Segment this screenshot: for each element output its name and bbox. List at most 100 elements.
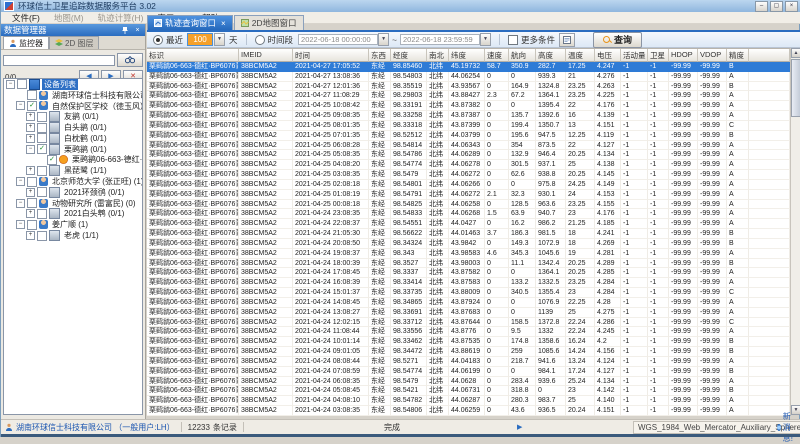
expander-icon[interactable]: + (26, 166, 35, 175)
expander-icon[interactable]: + (26, 209, 35, 218)
expander-icon[interactable]: + (26, 134, 35, 143)
tree-node[interactable]: +友鹟 (0/1) (4, 111, 142, 122)
date-from-input[interactable]: 2022-06-18 00:00:00 (298, 34, 378, 45)
search-input[interactable] (3, 55, 115, 66)
tree-checkbox[interactable] (27, 177, 37, 187)
column-header[interactable]: 活动量 (621, 49, 648, 62)
tab-track-query[interactable]: 轨迹查询窗口 × (147, 15, 233, 30)
tree-node[interactable]: 湖南环球信士科技有限公司 (0) (4, 90, 142, 101)
table-row[interactable]: 栗鹀鹟06-663-德红·BP6076背38BCM5A22021-04-24 1… (147, 327, 790, 337)
column-header[interactable]: 南北 (427, 49, 449, 62)
scrollbar-thumb[interactable] (791, 59, 800, 117)
menu-item[interactable]: 文件(F) (5, 12, 47, 24)
expander-icon[interactable]: + (26, 112, 35, 121)
panel-close-icon[interactable]: × (133, 26, 142, 35)
column-header[interactable]: 卫星 (648, 49, 669, 62)
table-row[interactable]: 栗鹀鹟06-663-德红·BP6076背38BCM5A22021-04-24 1… (147, 288, 790, 298)
table-row[interactable]: 栗鹀鹟06-663-德红·BP6076背38BCM5A22021-04-25 0… (147, 180, 790, 190)
table-row[interactable]: 栗鹀鹟06-663-德红·BP6076背38BCM5A22021-04-24 2… (147, 219, 790, 229)
tree-checkbox[interactable]: ✓ (37, 144, 47, 154)
table-row[interactable]: 栗鹀鹟06-663-德红·BP6076背38BCM5A22021-04-25 0… (147, 141, 790, 151)
expander-icon[interactable]: − (16, 101, 25, 110)
expander-icon[interactable]: − (6, 80, 15, 89)
minimize-button[interactable]: ‒ (755, 1, 768, 12)
expander-icon[interactable]: − (16, 177, 25, 186)
tree-node[interactable]: ✓栗鹀鹟06-663-德红·BP6076背 (4, 155, 142, 166)
tree-node[interactable]: −姜广顺 (1) (4, 219, 142, 230)
expander-icon[interactable]: + (26, 188, 35, 197)
table-row[interactable]: 栗鹀鹟06-663-德红·BP6076背38BCM5A22021-04-24 1… (147, 268, 790, 278)
scroll-up-icon[interactable]: ▲ (791, 48, 800, 58)
table-row[interactable]: 栗鹀鹟06-663-德红·BP6076背38BCM5A22021-04-27 1… (147, 72, 790, 82)
tree-checkbox[interactable] (27, 198, 37, 208)
tab-monitor[interactable]: 监控器 (3, 36, 49, 49)
table-row[interactable]: 栗鹀鹟06-663-德红·BP6076背38BCM5A22021-04-24 1… (147, 298, 790, 308)
column-header[interactable]: 时间 (293, 49, 369, 62)
date-from-dropdown-icon[interactable]: ▼ (378, 33, 389, 46)
expander-icon[interactable]: − (16, 199, 25, 208)
table-row[interactable]: 栗鹀鹟06-663-德红·BP6076背38BCM5A22021-04-24 0… (147, 386, 790, 396)
tree-node[interactable]: +2021环颈鸻 (0/1) (4, 187, 142, 198)
tree-checkbox[interactable] (27, 220, 37, 230)
tree-node[interactable]: −✓自然保护区学校（徳玉风）(5) (4, 101, 142, 112)
tree-node[interactable]: +老虎 (1/1) (4, 230, 142, 241)
table-row[interactable]: 栗鹀鹟06-663-德红·BP6076背38BCM5A22021-04-24 0… (147, 406, 790, 416)
table-row[interactable]: 栗鹀鹟06-663-德红·BP6076背38BCM5A22021-04-25 0… (147, 160, 790, 170)
tree-node[interactable]: +2021白头鹎 (0/1) (4, 209, 142, 220)
find-button[interactable] (117, 53, 143, 67)
expander-icon[interactable]: + (26, 231, 35, 240)
table-row[interactable]: 栗鹀鹟06-663-德红·BP6076背38BCM5A22021-04-24 0… (147, 396, 790, 406)
tree-checkbox[interactable] (37, 187, 47, 197)
new-messages-link[interactable]: 新消息! (773, 411, 800, 444)
tree-node[interactable]: −动物研究所 (雷富民) (0) (4, 198, 142, 209)
table-row[interactable]: 栗鹀鹟06-663-德红·BP6076背38BCM5A22021-04-27 1… (147, 91, 790, 101)
tree-checkbox[interactable] (37, 166, 47, 176)
table-row[interactable]: 栗鹀鹟06-663-德红·BP6076背38BCM5A22021-04-24 1… (147, 259, 790, 269)
column-header[interactable]: 温度 (566, 49, 595, 62)
tab-2d-layers[interactable]: 2D 图层 (49, 36, 99, 49)
table-row[interactable]: 栗鹀鹟06-663-德红·BP6076背38BCM5A22021-04-24 0… (147, 347, 790, 357)
expander-icon[interactable]: − (26, 145, 35, 154)
table-row[interactable]: 栗鹀鹟06-663-德红·BP6076背38BCM5A22021-04-24 1… (147, 337, 790, 347)
tree-node[interactable]: −北京师范大学 (张正旺) (1) (4, 176, 142, 187)
recent-radio[interactable] (153, 35, 163, 45)
date-to-input[interactable]: 2022-06-18 23:59:59 (400, 34, 480, 45)
pin-icon[interactable] (121, 26, 130, 35)
tree-node[interactable]: +黑琵鹭 (1/1) (4, 165, 142, 176)
column-header[interactable]: 速度 (485, 49, 509, 62)
expander-icon[interactable]: − (16, 220, 25, 229)
tree-checkbox[interactable] (37, 231, 47, 241)
table-row[interactable]: 栗鹀鹟06-663-德红·BP6076背38BCM5A22021-04-24 2… (147, 209, 790, 219)
column-header[interactable]: HDOP (669, 49, 698, 62)
table-row[interactable]: 栗鹀鹟06-663-德红·BP6076背38BCM5A22021-04-24 0… (147, 377, 790, 387)
table-row[interactable]: 栗鹀鹟06-663-德红·BP6076背38BCM5A22021-04-24 2… (147, 229, 790, 239)
recent-days-dropdown-icon[interactable]: ▼ (214, 33, 225, 46)
table-row[interactable]: 栗鹀鹟06-663-德红·BP6076背38BCM5A22021-04-25 0… (147, 190, 790, 200)
table-row[interactable]: 栗鹀鹟06-663-德红·BP6076背38BCM5A22021-04-24 2… (147, 239, 790, 249)
tree-checkbox[interactable] (37, 123, 47, 133)
vertical-scrollbar[interactable]: ▲ ▼ (790, 48, 800, 415)
query-button[interactable]: 查询 (593, 32, 642, 48)
column-header[interactable]: IMEID (239, 49, 293, 62)
table-row[interactable]: 栗鹀鹟06-663-德红·BP6076背38BCM5A22021-04-24 1… (147, 249, 790, 259)
date-to-dropdown-icon[interactable]: ▼ (480, 33, 491, 46)
close-button[interactable]: × (785, 1, 798, 12)
table-row[interactable]: 栗鹀鹟06-663-德红·BP6076背38BCM5A22021-04-27 1… (147, 82, 790, 92)
table-row[interactable]: 栗鹀鹟06-663-德红·BP6076背38BCM5A22021-04-24 0… (147, 367, 790, 377)
tree-node[interactable]: +白头鹟 (0/1) (4, 122, 142, 133)
table-row[interactable]: 栗鹀鹟06-663-德红·BP6076背38BCM5A22021-04-24 1… (147, 278, 790, 288)
column-header[interactable]: 标识 (147, 49, 239, 62)
table-row[interactable]: 栗鹀鹟06-663-德红·BP6076背38BCM5A22021-04-25 0… (147, 131, 790, 141)
tree-checkbox[interactable] (37, 112, 47, 122)
table-row[interactable]: 栗鹀鹟06-663-德红·BP6076背38BCM5A22021-04-25 0… (147, 170, 790, 180)
tree-checkbox[interactable] (37, 133, 47, 143)
expander-icon[interactable]: + (26, 123, 35, 132)
maximize-button[interactable]: ▢ (770, 1, 783, 12)
tree-checkbox[interactable] (27, 90, 37, 100)
tab-close-icon[interactable]: × (221, 19, 226, 28)
table-row[interactable]: 栗鹀鹟06-663-德红·BP6076背38BCM5A22021-04-25 0… (147, 150, 790, 160)
table-row[interactable]: 栗鹀鹟06-663-德红·BP6076背38BCM5A22021-04-25 0… (147, 200, 790, 210)
tree-node[interactable]: −✓栗鹀鹟 (0/1) (4, 144, 142, 155)
column-header[interactable]: 纬度 (449, 49, 485, 62)
column-header[interactable]: 精度 (727, 49, 749, 62)
